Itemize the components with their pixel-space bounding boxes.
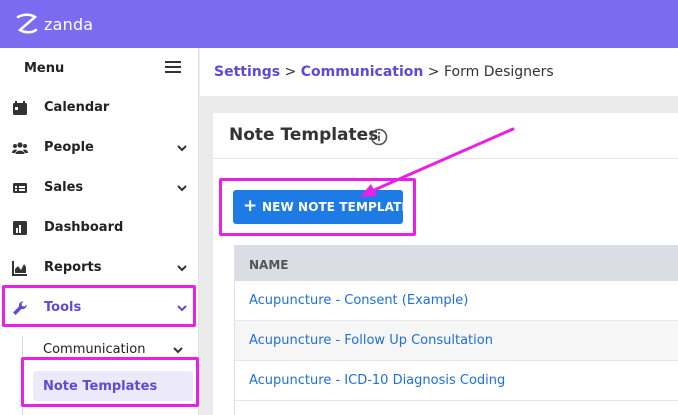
menu-title: Menu bbox=[24, 61, 65, 76]
hamburger-icon[interactable] bbox=[165, 61, 181, 75]
brand-name: zanda bbox=[44, 14, 94, 34]
table-row: Acupuncture - Consent (Example) bbox=[235, 281, 678, 321]
sidebar-item-label: Dashboard bbox=[44, 220, 124, 235]
menu-header: Menu bbox=[0, 48, 199, 88]
chevron-down-icon bbox=[177, 145, 187, 152]
zanda-logo-icon bbox=[16, 13, 38, 34]
sidebar-item-label: People bbox=[44, 140, 94, 155]
highlight-box-note-templates bbox=[21, 357, 199, 407]
breadcrumb-communication[interactable]: Communication bbox=[301, 64, 424, 80]
sales-icon bbox=[13, 183, 27, 193]
sidebar-item-label: Reports bbox=[44, 260, 102, 275]
template-link[interactable]: Acupuncture - ICD-10 Diagnosis Coding bbox=[249, 373, 505, 388]
reports-icon bbox=[12, 261, 27, 276]
breadcrumb-separator: > bbox=[423, 64, 444, 80]
sidebar-subitem-communication[interactable]: Communication bbox=[43, 342, 145, 357]
breadcrumb-settings[interactable]: Settings bbox=[214, 64, 280, 80]
dashboard-icon bbox=[13, 221, 27, 235]
table-header: NAME bbox=[235, 245, 678, 281]
top-bar: zanda bbox=[0, 0, 678, 48]
breadcrumb-separator: > bbox=[280, 64, 301, 80]
breadcrumb: Settings > Communication > Form Designer… bbox=[214, 64, 554, 80]
people-icon bbox=[12, 142, 28, 154]
note-templates-table: NAME Acupuncture - Consent (Example) Acu… bbox=[234, 245, 678, 415]
sidebar-item-label: Sales bbox=[44, 180, 84, 195]
template-link[interactable]: Acupuncture - Follow Up Consultation bbox=[249, 333, 493, 348]
sidebar-item-reports[interactable]: Reports bbox=[0, 248, 199, 288]
sidebar-item-calendar[interactable]: Calendar bbox=[0, 88, 199, 128]
panel-header: Note Templates bbox=[213, 113, 678, 159]
highlight-box-tools bbox=[2, 285, 196, 327]
sidebar-item-dashboard[interactable]: Dashboard bbox=[0, 208, 199, 248]
chevron-down-icon bbox=[177, 265, 187, 272]
sidebar-item-label: Calendar bbox=[44, 100, 110, 115]
page-title: Note Templates bbox=[229, 125, 379, 145]
column-header-name[interactable]: NAME bbox=[249, 258, 288, 272]
zanda-logo[interactable]: zanda bbox=[14, 11, 93, 37]
breadcrumb-bar: Settings > Communication > Form Designer… bbox=[200, 48, 678, 96]
template-link[interactable]: Acupuncture - Consent (Example) bbox=[249, 293, 468, 308]
table-row: Acupuncture - Follow Up Consultation bbox=[235, 321, 678, 361]
chevron-down-icon bbox=[177, 185, 187, 192]
highlight-box-new-button bbox=[219, 178, 416, 236]
chevron-down-icon bbox=[173, 347, 183, 354]
table-row: Acupuncture - ICD-10 Diagnosis Coding bbox=[235, 361, 678, 401]
sidebar-item-sales[interactable]: Sales bbox=[0, 168, 199, 208]
breadcrumb-form-designers: Form Designers bbox=[444, 64, 554, 80]
info-icon[interactable] bbox=[370, 128, 388, 146]
calendar-icon bbox=[13, 101, 27, 115]
sidebar-item-people[interactable]: People bbox=[0, 128, 199, 168]
